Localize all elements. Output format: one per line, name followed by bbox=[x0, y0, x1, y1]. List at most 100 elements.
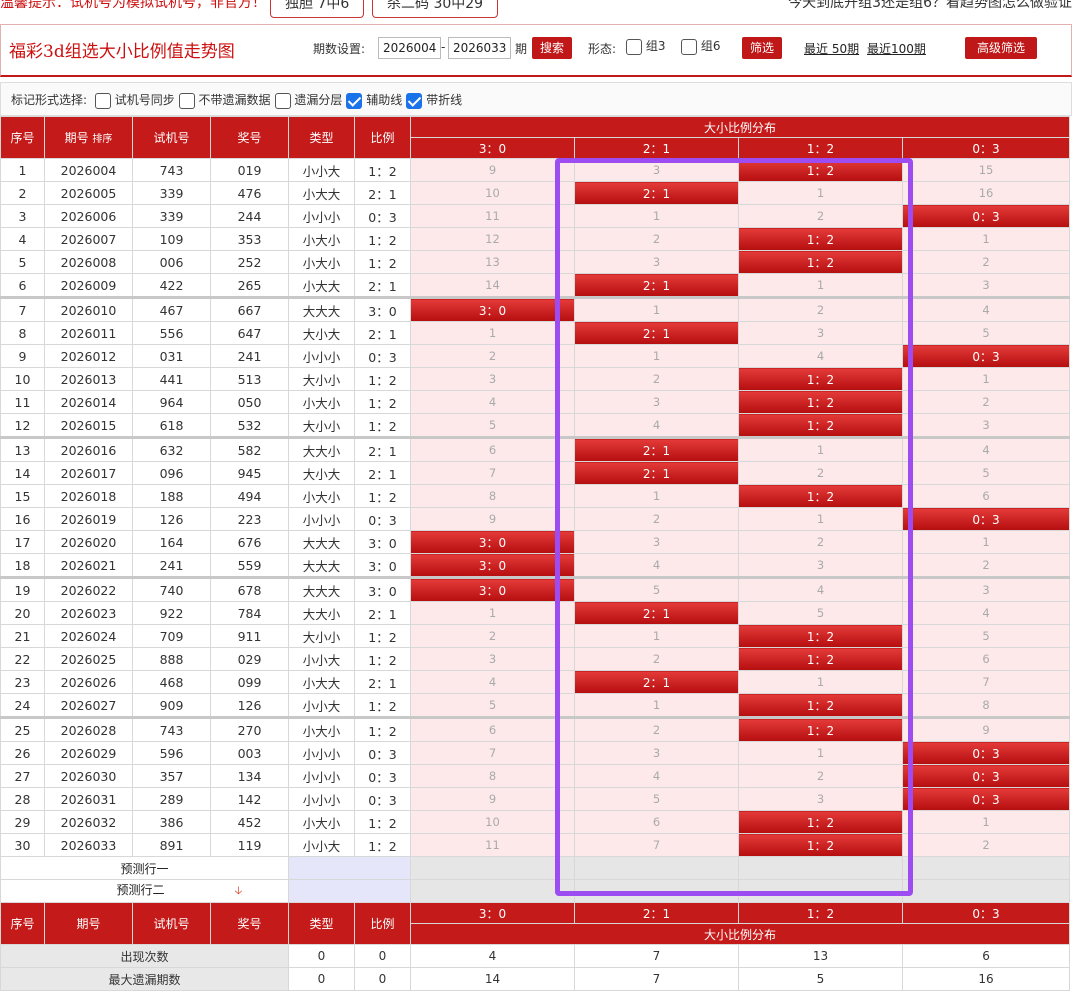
row-type: 大大大 bbox=[288, 530, 355, 554]
predict-cell[interactable] bbox=[901, 879, 1071, 903]
page-title: 福彩3d组选大小比例值走势图 bbox=[9, 42, 235, 62]
mark-options-bar: 标记形式选择: 试机号同步 不带遗漏数据 遗漏分层 辅助线 带折线 bbox=[0, 82, 1072, 116]
dist-miss-cell: 3 bbox=[574, 250, 739, 274]
zu6-checkbox[interactable] bbox=[681, 38, 697, 55]
dist-miss-cell: 4 bbox=[574, 413, 739, 438]
top-right-text[interactable]: 今天到底开组3还是组6？看趋势图怎么做验证 bbox=[788, 0, 1072, 12]
pill-shaer[interactable]: 杀二码 30中29 bbox=[372, 0, 499, 18]
row-ratio: 2：1 bbox=[354, 670, 411, 694]
row-test-number: 922 bbox=[132, 601, 211, 625]
table-row: 17 2026020 164 676 大大大 3：0 3：0 3 2 1 bbox=[0, 530, 1071, 554]
stat-type: 0 bbox=[288, 967, 355, 991]
search-button[interactable]: 搜索 bbox=[532, 37, 573, 59]
row-type: 小小小 bbox=[288, 741, 355, 765]
sort-label[interactable]: 排序 bbox=[92, 134, 112, 145]
mark-option-checkbox[interactable] bbox=[346, 92, 363, 109]
mark-option[interactable]: 辅助线 bbox=[346, 92, 402, 109]
zu3-checkbox[interactable] bbox=[626, 38, 642, 55]
row-prize-number: 265 bbox=[210, 273, 289, 298]
option-zu6[interactable]: 组6 bbox=[681, 37, 720, 55]
row-ratio: 0：3 bbox=[354, 764, 411, 788]
mark-option[interactable]: 不带遗漏数据 bbox=[178, 92, 271, 109]
dist-miss-cell: 7 bbox=[901, 670, 1071, 694]
dist-hit-cell: 1：2 bbox=[738, 484, 903, 508]
dist-hit-cell: 1：2 bbox=[738, 227, 903, 251]
table-row: 14 2026017 096 945 大小大 2：1 7 2：1 2 5 bbox=[0, 461, 1071, 485]
predict-cell[interactable] bbox=[574, 856, 739, 880]
row-type: 大小小 bbox=[288, 624, 355, 648]
advanced-filter-button[interactable]: 高级筛选 bbox=[965, 37, 1038, 59]
predict-cell[interactable] bbox=[901, 856, 1071, 880]
recent-50-link[interactable]: 最近 50期 bbox=[804, 40, 859, 57]
pill-dudan[interactable]: 独胆 7中6 bbox=[270, 0, 365, 18]
foot-dist-col-30: 3：0 bbox=[410, 902, 575, 924]
mark-option-checkbox[interactable] bbox=[94, 92, 111, 109]
row-seq: 15 bbox=[0, 484, 45, 508]
row-seq: 9 bbox=[0, 344, 45, 368]
predict-cell[interactable] bbox=[410, 856, 575, 880]
mark-option-checkbox[interactable] bbox=[406, 92, 423, 109]
row-ratio: 3：0 bbox=[354, 296, 411, 322]
table-row: 2 2026005 339 476 小大大 2：1 10 2：1 1 16 bbox=[0, 181, 1071, 205]
row-prize-number: 019 bbox=[210, 158, 289, 182]
row-prize-number: 476 bbox=[210, 181, 289, 205]
mark-option-checkbox[interactable] bbox=[178, 92, 195, 109]
dist-miss-cell: 1 bbox=[901, 227, 1071, 251]
predict-row-1-fill[interactable] bbox=[288, 856, 411, 880]
period-to-input[interactable]: 2026033 bbox=[448, 37, 512, 59]
row-type: 大大小 bbox=[288, 601, 355, 625]
top-bar: 温馨提示：试机号为模拟试机号，非官方！ 独胆 7中6 杀二码 30中29 今天到… bbox=[0, 0, 1080, 22]
dist-col-03: 0：3 bbox=[901, 137, 1071, 159]
row-issue: 2026017 bbox=[44, 461, 133, 485]
dist-miss-cell: 5 bbox=[574, 576, 739, 602]
row-ratio: 0：3 bbox=[354, 787, 411, 811]
foot-col-test: 试机号 bbox=[132, 902, 211, 945]
filter-button[interactable]: 筛选 bbox=[742, 37, 783, 59]
row-prize-number: 784 bbox=[210, 601, 289, 625]
mark-option-checkbox[interactable] bbox=[274, 92, 291, 109]
row-prize-number: 244 bbox=[210, 204, 289, 228]
dist-miss-cell: 2 bbox=[574, 716, 739, 742]
stat-value: 14 bbox=[410, 967, 575, 991]
dist-miss-cell: 6 bbox=[410, 716, 575, 742]
row-seq: 23 bbox=[0, 670, 45, 694]
row-seq: 12 bbox=[0, 413, 45, 438]
row-type: 小小大 bbox=[288, 647, 355, 671]
row-issue: 2026020 bbox=[44, 530, 133, 554]
row-test-number: 339 bbox=[132, 204, 211, 228]
predict-cell[interactable] bbox=[738, 879, 903, 903]
predict-cell[interactable] bbox=[738, 856, 903, 880]
mark-option[interactable]: 遗漏分层 bbox=[274, 92, 342, 109]
row-ratio: 1：2 bbox=[354, 833, 411, 857]
predict-row-2-fill[interactable] bbox=[288, 879, 411, 903]
recent-100-link[interactable]: 最近100期 bbox=[867, 40, 926, 57]
option-zu3[interactable]: 组3 bbox=[626, 37, 665, 55]
mark-option[interactable]: 试机号同步 bbox=[94, 92, 175, 109]
row-seq: 22 bbox=[0, 647, 45, 671]
period-from-input[interactable]: 2026004 bbox=[378, 37, 442, 59]
row-test-number: 031 bbox=[132, 344, 211, 368]
dist-miss-cell: 4 bbox=[410, 670, 575, 694]
dist-miss-cell: 11 bbox=[410, 204, 575, 228]
table-row: 24 2026027 909 126 小小大 1：2 5 1 1：2 8 bbox=[0, 693, 1071, 718]
row-seq: 28 bbox=[0, 787, 45, 811]
predict-cell[interactable] bbox=[574, 879, 739, 903]
predict-cell[interactable] bbox=[410, 879, 575, 903]
row-prize-number: 134 bbox=[210, 764, 289, 788]
row-type: 小大小 bbox=[288, 390, 355, 414]
row-seq: 14 bbox=[0, 461, 45, 485]
row-test-number: 357 bbox=[132, 764, 211, 788]
dist-miss-cell: 8 bbox=[410, 484, 575, 508]
dist-miss-cell: 1 bbox=[738, 436, 903, 462]
row-ratio: 0：3 bbox=[354, 204, 411, 228]
zu6-label: 组6 bbox=[700, 39, 721, 53]
dist-miss-cell: 2 bbox=[574, 647, 739, 671]
mark-option[interactable]: 带折线 bbox=[406, 92, 462, 109]
row-seq: 30 bbox=[0, 833, 45, 857]
col-issue[interactable]: 期号 排序 bbox=[44, 116, 133, 159]
arrow-down-icon[interactable]: 🡣 bbox=[235, 884, 243, 897]
row-type: 大大大 bbox=[288, 576, 355, 602]
dist-miss-cell: 5 bbox=[901, 321, 1071, 345]
row-test-number: 241 bbox=[132, 553, 211, 578]
row-issue: 2026029 bbox=[44, 741, 133, 765]
